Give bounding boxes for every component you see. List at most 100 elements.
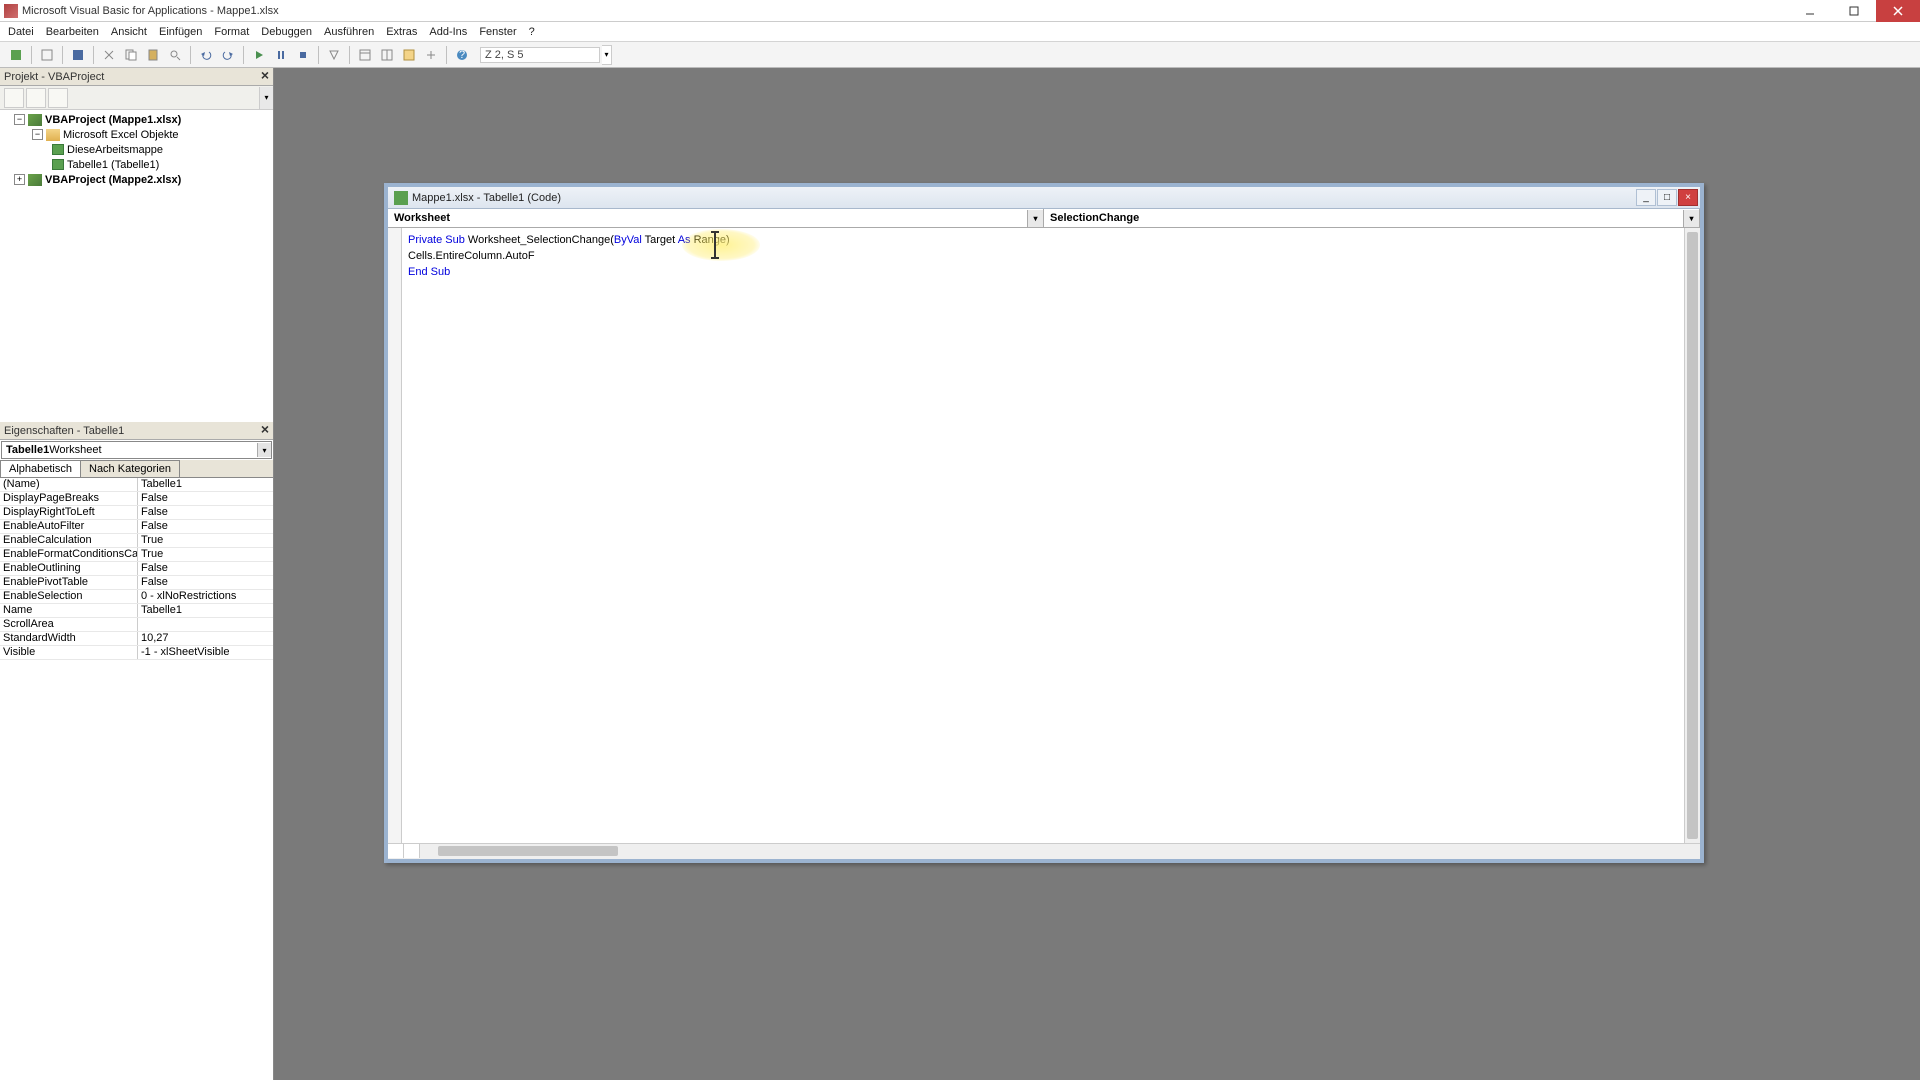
property-value[interactable]: True <box>138 534 273 547</box>
property-value[interactable]: False <box>138 506 273 519</box>
expand-icon[interactable]: − <box>32 129 43 140</box>
break-button[interactable] <box>271 45 291 65</box>
property-row[interactable]: DisplayRightToLeftFalse <box>0 506 273 520</box>
code-window-close[interactable]: × <box>1678 189 1698 206</box>
property-value[interactable]: False <box>138 576 273 589</box>
property-value[interactable]: False <box>138 492 273 505</box>
mdi-client-area: Mappe1.xlsx - Tabelle1 (Code) _ □ × Work… <box>274 68 1920 1080</box>
property-row[interactable]: EnableOutliningFalse <box>0 562 273 576</box>
property-row[interactable]: EnablePivotTableFalse <box>0 576 273 590</box>
properties-grid[interactable]: (Name)Tabelle1DisplayPageBreaksFalseDisp… <box>0 478 273 1080</box>
code-window-maximize[interactable]: □ <box>1657 189 1677 206</box>
property-value[interactable]: 0 - xlNoRestrictions <box>138 590 273 603</box>
dropdown-arrow-icon[interactable]: ▾ <box>1683 210 1699 227</box>
object-dropdown[interactable]: Worksheet ▾ <box>388 209 1044 227</box>
view-code-button[interactable] <box>4 88 24 108</box>
help-button[interactable]: ? <box>452 45 472 65</box>
design-mode-button[interactable] <box>324 45 344 65</box>
dropdown-arrow-icon[interactable]: ▾ <box>1027 210 1043 227</box>
toolbox-button[interactable] <box>421 45 441 65</box>
maximize-button[interactable] <box>1832 0 1876 22</box>
tab-alphabetisch[interactable]: Alphabetisch <box>0 460 81 477</box>
copy-button[interactable] <box>121 45 141 65</box>
combo-arrow-icon[interactable]: ▾ <box>257 443 271 457</box>
property-name: EnableFormatConditionsCalc <box>0 548 138 561</box>
tab-nach-kategorien[interactable]: Nach Kategorien <box>80 460 180 477</box>
properties-object-combo[interactable]: Tabelle1 Worksheet ▾ <box>1 441 272 459</box>
code-editor[interactable]: Private Sub Worksheet_SelectionChange(By… <box>402 228 1684 843</box>
run-button[interactable] <box>249 45 269 65</box>
save-button[interactable] <box>68 45 88 65</box>
property-value[interactable]: -1 - xlSheetVisible <box>138 646 273 659</box>
toggle-folders-button[interactable] <box>48 88 68 108</box>
cursor-pos-dropdown[interactable]: ▾ <box>602 45 612 65</box>
property-name: EnableOutlining <box>0 562 138 575</box>
expand-icon[interactable]: + <box>14 174 25 185</box>
project-tree[interactable]: − VBAProject (Mappe1.xlsx) − Microsoft E… <box>0 110 273 422</box>
property-row[interactable]: EnableCalculationTrue <box>0 534 273 548</box>
menu-einfuegen[interactable]: Einfügen <box>159 26 202 38</box>
code-window-minimize[interactable]: _ <box>1636 189 1656 206</box>
window-title: Microsoft Visual Basic for Applications … <box>22 5 279 17</box>
full-module-view-button[interactable] <box>404 844 420 858</box>
menu-ansicht[interactable]: Ansicht <box>111 26 147 38</box>
procedure-view-button[interactable] <box>388 844 404 858</box>
vertical-scrollbar[interactable] <box>1684 228 1700 843</box>
code-window-titlebar[interactable]: Mappe1.xlsx - Tabelle1 (Code) _ □ × <box>388 187 1700 209</box>
undo-button[interactable] <box>196 45 216 65</box>
view-object-button[interactable] <box>26 88 46 108</box>
property-row[interactable]: (Name)Tabelle1 <box>0 478 273 492</box>
property-value[interactable]: 10,27 <box>138 632 273 645</box>
cut-button[interactable] <box>99 45 119 65</box>
property-row[interactable]: EnableAutoFilterFalse <box>0 520 273 534</box>
find-button[interactable] <box>165 45 185 65</box>
insert-button[interactable] <box>37 45 57 65</box>
property-value[interactable]: Tabelle1 <box>138 478 273 491</box>
reset-button[interactable] <box>293 45 313 65</box>
property-row[interactable]: StandardWidth10,27 <box>0 632 273 646</box>
paste-button[interactable] <box>143 45 163 65</box>
object-browser-button[interactable] <box>399 45 419 65</box>
procedure-dropdown[interactable]: SelectionChange ▾ <box>1044 209 1700 227</box>
property-value[interactable]: False <box>138 520 273 533</box>
menu-debuggen[interactable]: Debuggen <box>261 26 312 38</box>
menu-fenster[interactable]: Fenster <box>479 26 516 38</box>
property-row[interactable]: ScrollArea <box>0 618 273 632</box>
minimize-button[interactable] <box>1788 0 1832 22</box>
property-value[interactable]: Tabelle1 <box>138 604 273 617</box>
tree-item-tabelle1[interactable]: Tabelle1 (Tabelle1) <box>2 157 271 172</box>
project-scroll-button[interactable]: ▾ <box>259 87 273 109</box>
property-row[interactable]: Visible-1 - xlSheetVisible <box>0 646 273 660</box>
menu-extras[interactable]: Extras <box>386 26 417 38</box>
tree-project-2[interactable]: + VBAProject (Mappe2.xlsx) <box>2 172 271 187</box>
menu-ausfuehren[interactable]: Ausführen <box>324 26 374 38</box>
tree-folder-excel-objects[interactable]: − Microsoft Excel Objekte <box>2 127 271 142</box>
property-value[interactable] <box>138 618 273 631</box>
property-row[interactable]: NameTabelle1 <box>0 604 273 618</box>
properties-window-button[interactable] <box>377 45 397 65</box>
project-explorer-button[interactable] <box>355 45 375 65</box>
property-value[interactable]: False <box>138 562 273 575</box>
menu-bearbeiten[interactable]: Bearbeiten <box>46 26 99 38</box>
property-row[interactable]: EnableSelection0 - xlNoRestrictions <box>0 590 273 604</box>
redo-button[interactable] <box>218 45 238 65</box>
menu-format[interactable]: Format <box>214 26 249 38</box>
tree-project-1[interactable]: − VBAProject (Mappe1.xlsx) <box>2 112 271 127</box>
property-row[interactable]: EnableFormatConditionsCalcTrue <box>0 548 273 562</box>
menu-addins[interactable]: Add-Ins <box>429 26 467 38</box>
project-toolbar: ▾ <box>0 86 273 110</box>
tree-item-diesearbeitsmappe[interactable]: DieseArbeitsmappe <box>2 142 271 157</box>
menu-help[interactable]: ? <box>529 26 535 38</box>
close-button[interactable] <box>1876 0 1920 22</box>
horizontal-scrollbar[interactable] <box>420 844 1700 859</box>
menu-datei[interactable]: Datei <box>8 26 34 38</box>
toolbar-separator <box>446 46 447 64</box>
expand-icon[interactable]: − <box>14 114 25 125</box>
property-value[interactable]: True <box>138 548 273 561</box>
project-panel-close[interactable]: × <box>257 67 273 83</box>
toolbar-separator <box>93 46 94 64</box>
view-excel-button[interactable] <box>6 45 26 65</box>
code-window-title: Mappe1.xlsx - Tabelle1 (Code) <box>412 192 561 204</box>
property-row[interactable]: DisplayPageBreaksFalse <box>0 492 273 506</box>
properties-panel-close[interactable]: × <box>257 421 273 437</box>
